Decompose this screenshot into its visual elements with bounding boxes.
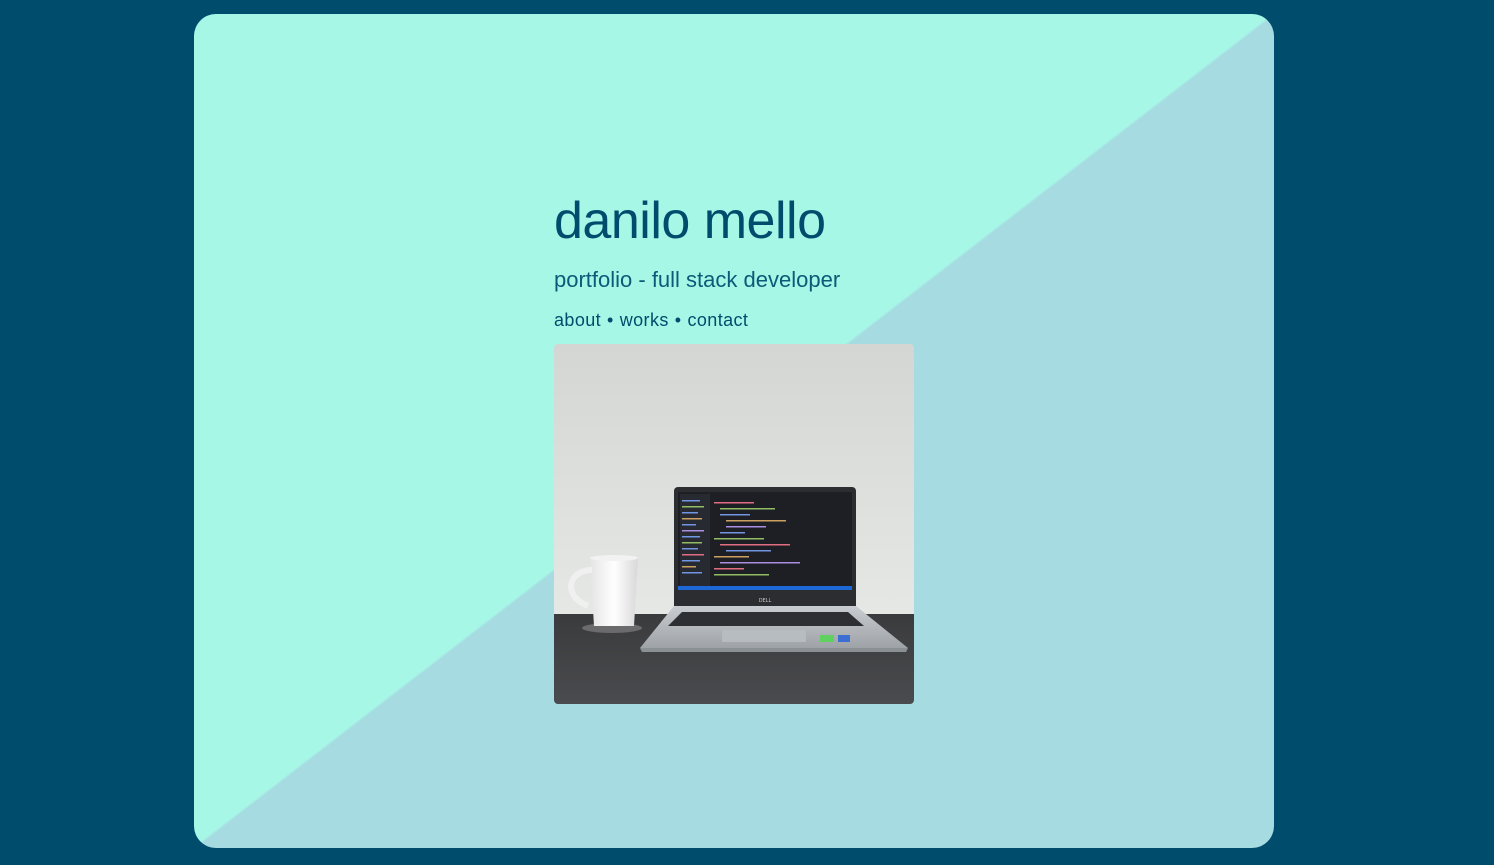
svg-text:DELL: DELL — [759, 598, 772, 604]
nav-link-works[interactable]: works — [620, 308, 669, 332]
page-title: danilo mello — [554, 192, 826, 250]
portfolio-card: danilo mello portfolio - full stack deve… — [194, 14, 1274, 848]
hero-photo: DELL — [554, 344, 914, 704]
intro-block: danilo mello portfolio - full stack deve… — [554, 190, 934, 332]
nav-separator: • — [607, 310, 614, 330]
laptop-and-mug-photo: DELL — [554, 344, 914, 704]
nav-separator: • — [674, 310, 682, 330]
page-subtitle: portfolio - full stack developer — [554, 267, 841, 292]
nav-link-contact[interactable]: contact — [687, 308, 748, 332]
main-nav: about • works • contact — [554, 308, 934, 332]
nav-link-about[interactable]: about — [554, 308, 601, 332]
